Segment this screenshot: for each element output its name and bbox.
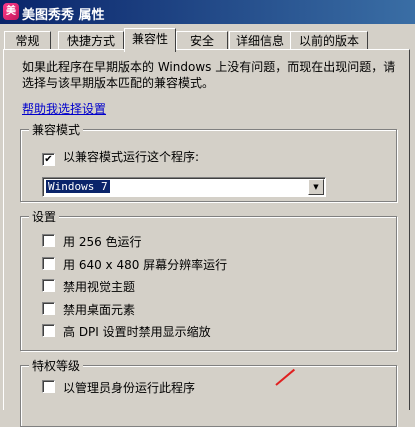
compat-mode-legend: 兼容模式 (29, 121, 84, 138)
compat-mode-checkbox-row[interactable]: ✔ 以兼容模式运行这个程序: (42, 149, 200, 166)
compat-os-selected-value: Windows 7 (46, 180, 110, 193)
tab-details[interactable]: 详细信息 (229, 31, 291, 50)
option-disable-dpi-scaling[interactable]: 高 DPI 设置时禁用显示缩放 (42, 324, 211, 340)
option-disable-visual-themes[interactable]: 禁用视觉主题 (42, 279, 135, 295)
window-title: 美图秀秀 属性 (22, 8, 105, 23)
compat-description: 如果此程序在早期版本的 Windows 上没有问题，而现在出现问题，请选择与该早… (22, 60, 396, 90)
settings-group: 设置 用 256 色运行 用 640 x 480 屏幕分辨率运行 禁用视觉主题 … (20, 208, 397, 351)
tab-security[interactable]: 安全 (176, 31, 228, 50)
tab-strip: 常规 快捷方式 兼容性 安全 详细信息 以前的版本 (0, 24, 415, 52)
app-icon: 美 (3, 3, 19, 20)
run-as-admin-row[interactable]: 以管理员身份运行此程序 (42, 380, 195, 396)
compat-mode-checkbox-label: 以兼容模式运行这个程序: (63, 150, 200, 164)
run-as-admin-label: 以管理员身份运行此程序 (63, 381, 196, 395)
help-choose-settings-link[interactable]: 帮助我选择设置 (22, 100, 106, 117)
compat-os-select[interactable]: Windows 7 ▼ (42, 177, 326, 197)
tab-compatibility[interactable]: 兼容性 (124, 28, 176, 52)
option-640x480-checkbox[interactable] (42, 257, 55, 270)
chevron-down-icon[interactable]: ▼ (308, 179, 324, 195)
option-disable-desktop-composition-label: 禁用桌面元素 (63, 303, 136, 317)
option-256-colors[interactable]: 用 256 色运行 (42, 234, 142, 250)
compat-mode-checkbox[interactable]: ✔ (42, 153, 55, 166)
option-disable-desktop-composition[interactable]: 禁用桌面元素 (42, 302, 135, 318)
option-640x480[interactable]: 用 640 x 480 屏幕分辨率运行 (42, 257, 227, 273)
option-disable-dpi-scaling-label: 高 DPI 设置时禁用显示缩放 (63, 325, 211, 339)
option-disable-desktop-composition-checkbox[interactable] (42, 302, 55, 315)
settings-legend: 设置 (29, 208, 60, 225)
tab-previous-versions[interactable]: 以前的版本 (290, 31, 368, 50)
compat-mode-group: 兼容模式 ✔ 以兼容模式运行这个程序: Windows 7 ▼ (20, 121, 397, 202)
option-640x480-label: 用 640 x 480 屏幕分辨率运行 (63, 258, 228, 272)
option-disable-visual-themes-checkbox[interactable] (42, 279, 55, 292)
option-disable-visual-themes-label: 禁用视觉主题 (63, 280, 136, 294)
title-bar[interactable]: 美 美图秀秀 属性 (0, 0, 415, 24)
tab-shortcut[interactable]: 快捷方式 (58, 31, 124, 50)
option-disable-dpi-scaling-checkbox[interactable] (42, 324, 55, 337)
option-256-colors-label: 用 256 色运行 (63, 235, 142, 249)
option-256-colors-checkbox[interactable] (42, 234, 55, 247)
tab-general[interactable]: 常规 (4, 31, 51, 50)
privilege-legend: 特权等级 (29, 357, 84, 374)
privilege-group: 特权等级 以管理员身份运行此程序 (20, 357, 397, 427)
run-as-admin-checkbox[interactable] (42, 380, 55, 393)
